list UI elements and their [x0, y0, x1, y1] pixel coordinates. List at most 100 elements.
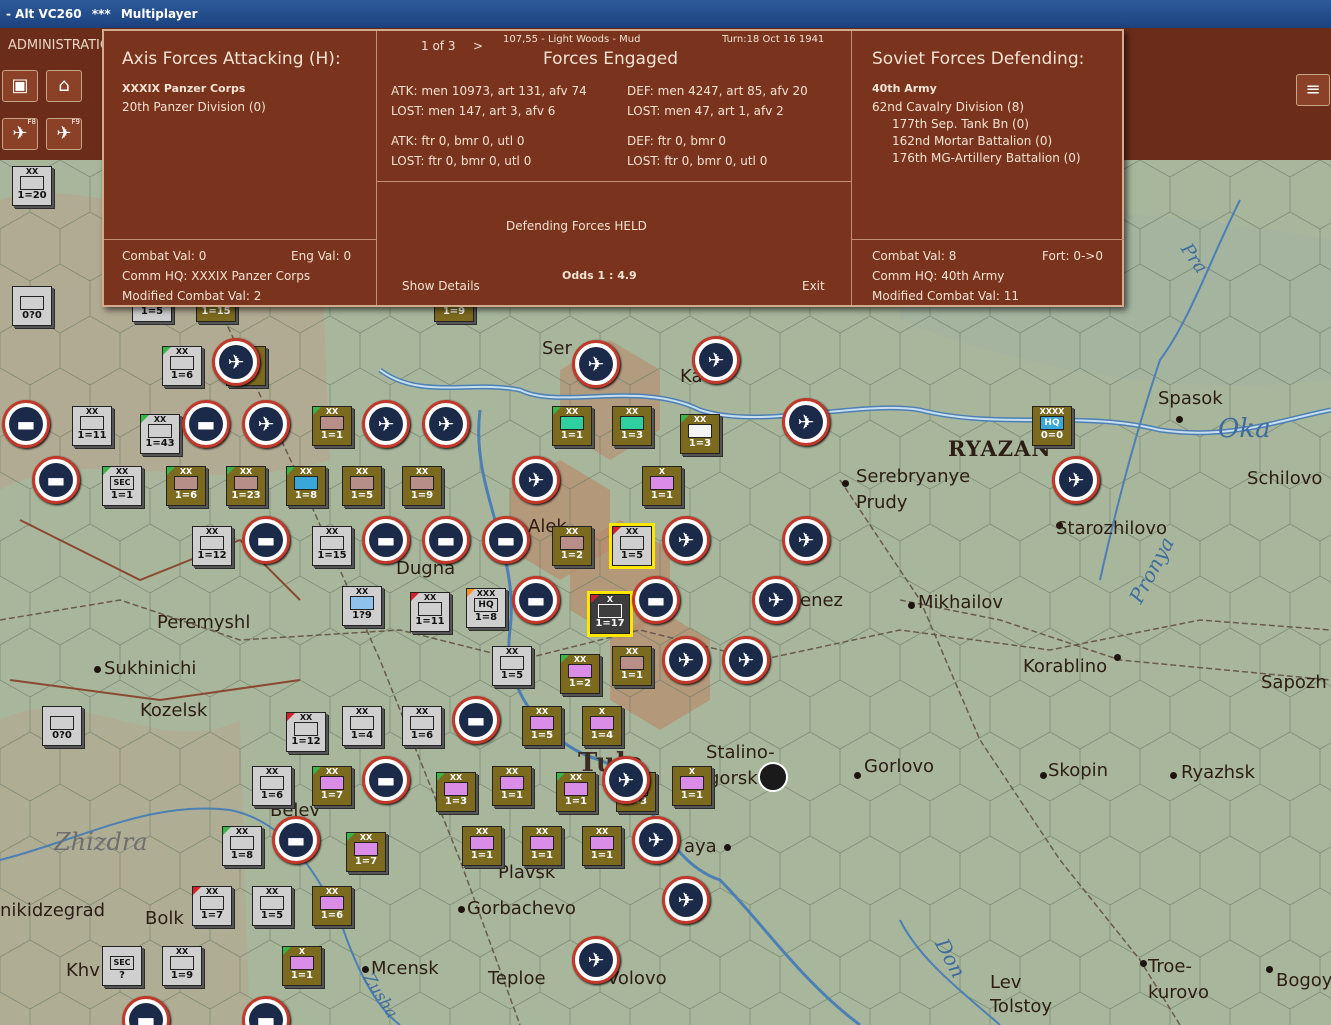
unit-counter[interactable]: XX 1=5 — [522, 706, 562, 746]
unit-counter[interactable]: XX 1=6 — [162, 346, 202, 386]
unit-counter[interactable]: XX 1=6 — [166, 466, 206, 506]
air-unit-marker[interactable]: ✈ — [632, 816, 680, 864]
unit-counter[interactable]: X 1=1 — [282, 946, 322, 986]
air-unit-marker[interactable]: ✈ — [662, 876, 710, 924]
armor-unit-marker[interactable]: ▬ — [632, 576, 680, 624]
unit-counter[interactable]: X 1=4 — [582, 706, 622, 746]
armor-unit-marker[interactable]: ▬ — [242, 516, 290, 564]
selected-unit-counter[interactable]: X 1=17 — [587, 591, 633, 637]
armor-unit-marker[interactable]: ▬ — [2, 400, 50, 448]
air-mission-icon[interactable]: F9 ✈ — [46, 118, 82, 150]
unit-counter[interactable]: XX 1=1 — [462, 826, 502, 866]
armor-unit-marker[interactable]: ▬ — [182, 400, 230, 448]
unit-counter[interactable]: XX 1?9 — [342, 586, 382, 626]
air-unit-marker[interactable]: ✈ — [362, 400, 410, 448]
axis-unit[interactable]: 20th Panzer Division (0) — [122, 100, 266, 114]
unit-counter[interactable]: XX 1=7 — [312, 766, 352, 806]
unit-counter[interactable]: X 1=1 — [642, 466, 682, 506]
air-unit-marker[interactable]: ✈ — [602, 756, 650, 804]
stack-icon[interactable]: ≡ — [1296, 74, 1330, 106]
unit-counter[interactable]: XX 1=8 — [286, 466, 326, 506]
hq-counter[interactable]: XXXX HQ 0=0 — [1032, 406, 1072, 446]
unit-display-icon[interactable]: ▣ — [2, 70, 38, 102]
unit-counter[interactable]: 0?0 — [12, 286, 52, 326]
armor-unit-marker[interactable]: ▬ — [512, 576, 560, 624]
armor-unit-marker[interactable]: ▬ — [362, 756, 410, 804]
unit-counter[interactable]: 0?0 — [42, 706, 82, 746]
unit-counter[interactable]: XX 1=1 — [492, 766, 532, 806]
unit-counter[interactable]: XX 1=12 — [286, 712, 326, 752]
unit-counter[interactable]: XX 1=5 — [492, 646, 532, 686]
unit-counter[interactable]: SEC? — [102, 946, 142, 986]
air-unit-marker[interactable]: ✈ — [242, 400, 290, 448]
armor-unit-marker[interactable]: ▬ — [32, 456, 80, 504]
soviet-unit[interactable]: 62nd Cavalry Division (8) — [872, 100, 1024, 114]
armor-unit-marker[interactable]: ▬ — [482, 516, 530, 564]
axis-corps: XXXIX Panzer Corps — [122, 82, 246, 95]
unit-counter[interactable]: XX 1=2 — [552, 526, 592, 566]
unit-counter[interactable]: XX 1=5 — [252, 886, 292, 926]
show-details-button[interactable]: Show Details — [402, 279, 480, 293]
unit-counter[interactable]: XX 1=7 — [346, 832, 386, 872]
armor-unit-marker[interactable]: ▬ — [362, 516, 410, 564]
air-unit-marker[interactable]: ✈ — [1052, 456, 1100, 504]
soviet-unit[interactable]: 162nd Mortar Battalion (0) — [892, 134, 1052, 148]
armor-unit-marker[interactable]: ▬ — [452, 696, 500, 744]
air-unit-marker[interactable]: ✈ — [572, 936, 620, 984]
selected-unit-counter[interactable]: XX 1=5 — [609, 523, 655, 569]
unit-counter[interactable]: XX 1=1 — [582, 826, 622, 866]
air-unit-marker[interactable]: ✈ — [752, 576, 800, 624]
infantry-icon — [564, 782, 588, 796]
unit-counter[interactable]: XX 1=9 — [402, 466, 442, 506]
unit-counter[interactable]: XX 1=15 — [312, 526, 352, 566]
air-unit-marker[interactable]: ✈ — [662, 516, 710, 564]
soviet-unit[interactable]: 176th MG-Artillery Battalion (0) — [892, 151, 1081, 165]
unit-counter[interactable]: XX 1=1 — [556, 772, 596, 812]
fighter-plane-icon: ✈ — [369, 407, 403, 441]
unit-counter[interactable]: XX 1=6 — [402, 706, 442, 746]
armor-unit-marker[interactable]: ▬ — [272, 816, 320, 864]
factory-icon[interactable]: ⌂ — [46, 70, 82, 102]
unit-counter[interactable]: XX 1=2 — [560, 654, 600, 694]
unit-counter[interactable]: XX1=3 — [612, 406, 652, 446]
air-unit-marker[interactable]: ✈ — [662, 636, 710, 684]
air-unit-marker[interactable]: ✈ — [782, 398, 830, 446]
unit-counter[interactable]: XX 1=20 — [12, 166, 52, 206]
ground-attack-icon[interactable]: F8 ✈ — [2, 118, 38, 150]
air-unit-marker[interactable]: ✈ — [422, 400, 470, 448]
exit-button[interactable]: Exit — [802, 279, 825, 293]
unit-counter[interactable]: XX 1=11 — [410, 592, 450, 632]
hq-counter[interactable]: XXX HQ 1=8 — [466, 588, 506, 628]
unit-counter[interactable]: XX SEC 1=1 — [102, 466, 142, 506]
unit-counter[interactable]: XX 1=5 — [342, 466, 382, 506]
unit-counter[interactable]: XX 1=1 — [552, 406, 592, 446]
air-unit-marker[interactable]: ✈ — [722, 636, 770, 684]
unit-counter[interactable]: XX 1=6 — [252, 766, 292, 806]
unit-counter[interactable]: XX 1=12 — [192, 526, 232, 566]
unit-counter[interactable]: XX 1=23 — [226, 466, 266, 506]
administration-tab[interactable]: ADMINISTRATIO — [8, 38, 110, 53]
unit-counter[interactable]: XX 1=4 — [342, 706, 382, 746]
partisan-icon[interactable] — [758, 762, 788, 792]
unit-counter[interactable]: XX 1=9 — [162, 946, 202, 986]
unit-counter[interactable]: XX 1=1 — [312, 406, 352, 446]
unit-counter[interactable]: X 1=1 — [672, 766, 712, 806]
air-unit-marker[interactable]: ✈ — [782, 516, 830, 564]
river-label: Zhizdra — [54, 828, 148, 856]
air-unit-marker[interactable]: ✈ — [512, 456, 560, 504]
air-unit-marker[interactable]: ✈ — [692, 336, 740, 384]
unit-counter[interactable]: XX 1=1 — [522, 826, 562, 866]
unit-counter[interactable]: XX 1=7 — [192, 886, 232, 926]
unit-counter[interactable]: XX 1=1 — [612, 646, 652, 686]
unit-counter[interactable]: XX 1=8 — [222, 826, 262, 866]
armor-unit-marker[interactable]: ▬ — [422, 516, 470, 564]
air-unit-marker[interactable]: ✈ — [212, 338, 260, 386]
unit-counter[interactable]: XX 1=6 — [312, 886, 352, 926]
unit-counter[interactable]: XX 1=11 — [72, 406, 112, 446]
soviet-unit[interactable]: 177th Sep. Tank Bn (0) — [892, 117, 1029, 131]
unit-counter[interactable]: XX1=3 — [680, 414, 720, 454]
unit-counter[interactable]: XX1=3 — [436, 772, 476, 812]
unit-counter[interactable]: XX 1=43 — [140, 414, 180, 454]
next-page-button[interactable]: > — [473, 39, 483, 53]
air-unit-marker[interactable]: ✈ — [572, 340, 620, 388]
